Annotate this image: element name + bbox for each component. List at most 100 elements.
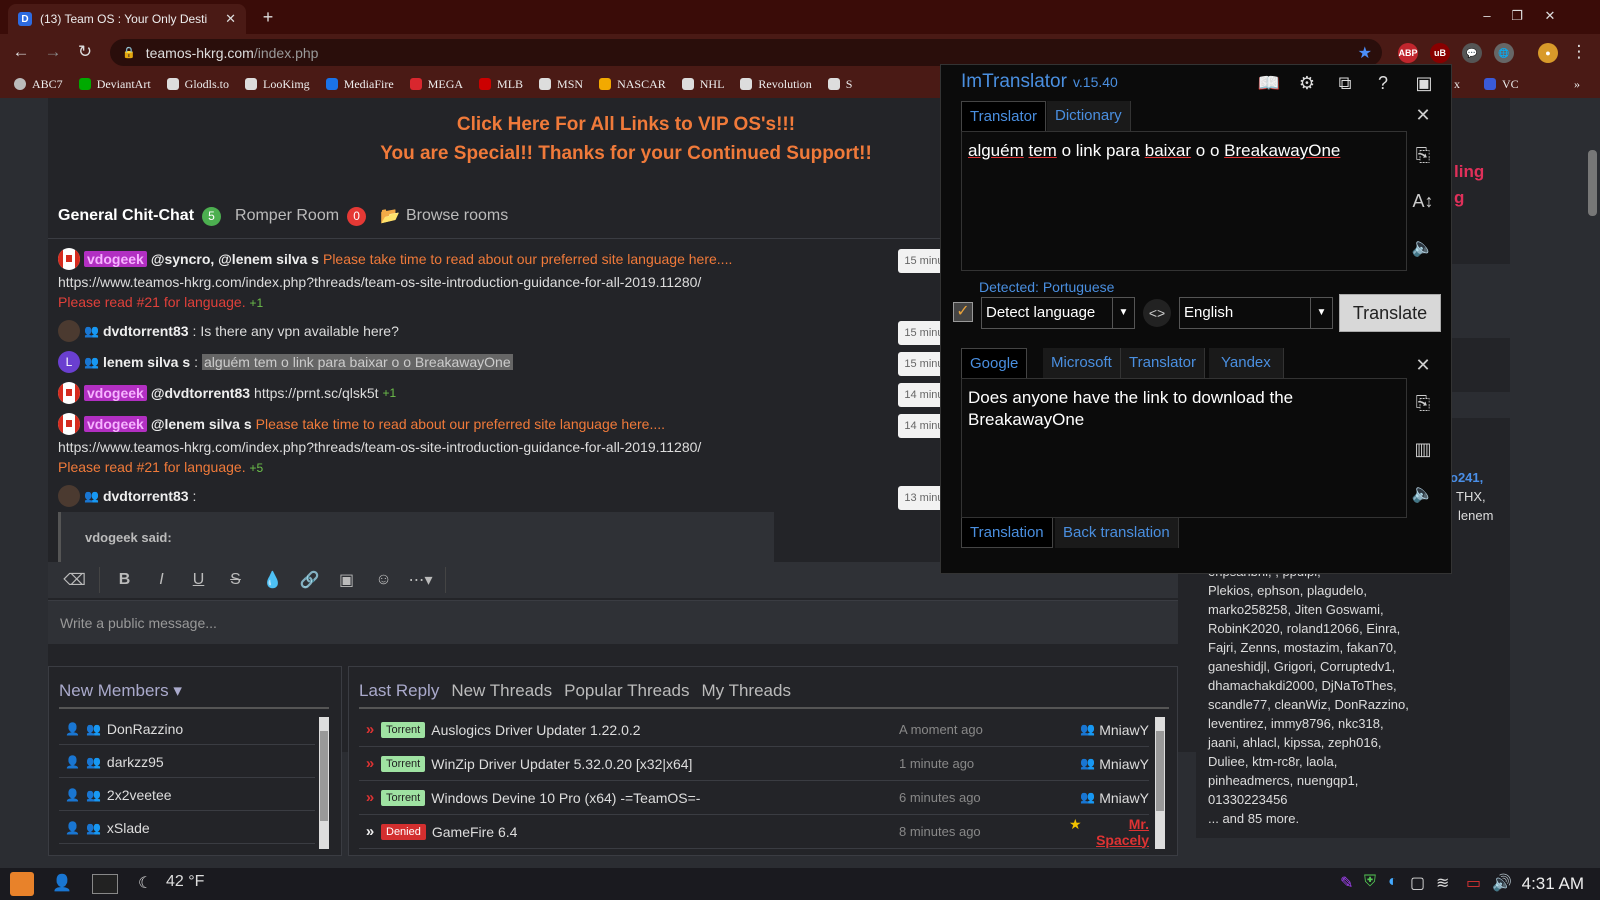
book-icon[interactable]: 📖 [1257, 73, 1281, 95]
thread-author[interactable]: 👥 MniawY [1069, 790, 1149, 806]
browser-tab[interactable]: D (13) Team OS : Your Only Desti ✕ [8, 4, 246, 34]
chat-link[interactable]: https://www.teamos-hkrg.com/index.php?th… [58, 439, 701, 455]
online-users-line[interactable]: Plekios, ephson, plagudelo, [1208, 581, 1367, 600]
online-users-line[interactable]: dhamachakdi2000, DjNaToThes, [1208, 676, 1397, 695]
link-icon[interactable]: 🔗 [293, 565, 326, 595]
online-users-line[interactable]: marko258258, Jiten Goswami, [1208, 600, 1384, 619]
tab-close-icon[interactable]: ✕ [225, 11, 236, 27]
online-users-line[interactable]: Duliee, ktm-rc8r, laola, [1208, 752, 1337, 771]
online-user-fragment[interactable]: lenem [1458, 506, 1493, 525]
speaker-result-icon[interactable]: 🔈 [1407, 483, 1439, 504]
back-icon[interactable]: ← [10, 42, 32, 62]
app-menu-icon[interactable] [10, 872, 34, 896]
forward-icon[interactable]: → [42, 42, 64, 62]
window-icon[interactable]: ▢ [1410, 873, 1425, 893]
online-users-line[interactable]: pinheadmercs, nuengqp1, [1208, 771, 1358, 790]
thread-title[interactable]: WinZip Driver Updater 5.32.0.20 [x32|x64… [431, 756, 899, 772]
tab-my-threads[interactable]: My Threads [702, 681, 791, 701]
ublock-icon[interactable]: uB [1430, 43, 1450, 63]
new-tab-button[interactable]: + [256, 6, 280, 28]
online-users-line[interactable]: jaani, ahlacl, kipssa, zeph016, [1208, 733, 1381, 752]
chat-mentions[interactable]: @dvdtorrent83 [151, 385, 250, 401]
text-color-icon[interactable]: 💧 [256, 565, 289, 595]
thread-row[interactable]: » Torrent Windows Devine 10 Pro (x64) -=… [359, 781, 1149, 815]
source-text[interactable]: alguém tem o link para baixar o o Breaka… [968, 140, 1398, 162]
result-text-area[interactable]: Does anyone have the link to download th… [961, 378, 1407, 518]
more-bookmarks-icon[interactable]: » [1574, 77, 1580, 92]
globe-extension-icon[interactable]: 🌐 [1494, 43, 1514, 63]
thread-row[interactable]: » Torrent Auslogics Driver Updater 1.22.… [359, 713, 1149, 747]
swap-languages-icon[interactable]: <> [1143, 299, 1171, 327]
source-language-select[interactable]: Detect language ▼ [981, 297, 1135, 329]
speaker-icon[interactable]: 🔈 [1407, 237, 1439, 258]
bookmark-star-icon[interactable]: ★ [1358, 43, 1372, 63]
browse-rooms-link[interactable]: Browse rooms [406, 207, 508, 225]
online-user-fragment[interactable]: THX, [1456, 487, 1486, 506]
source-text-area[interactable]: alguém tem o link para baixar o o Breaka… [961, 131, 1407, 271]
tab-back-translation[interactable]: Back translation [1055, 518, 1179, 548]
member-item[interactable]: 👤 👥 2x2veetee [59, 779, 315, 811]
italic-icon[interactable]: I [145, 565, 178, 595]
online-users-line[interactable]: ganeshidjl, Grigori, Corruptedv1, [1208, 657, 1395, 676]
thread-author[interactable]: 👥 MniawY [1069, 756, 1149, 772]
thread-row[interactable]: » Torrent WinZip Driver Updater 5.32.0.2… [359, 747, 1149, 781]
online-users-line[interactable]: leventirez, immy8796, nkc318, [1208, 714, 1384, 733]
screenshot-icon[interactable]: ▣ [1409, 73, 1439, 95]
close-window-button[interactable]: ✕ [1540, 8, 1560, 24]
bookmark-revolution[interactable]: Revolution [740, 77, 812, 92]
maximize-button[interactable]: ❐ [1507, 8, 1527, 24]
font-size-icon[interactable]: A↕ [1407, 191, 1439, 212]
chat-username[interactable]: lenem silva s [103, 354, 190, 370]
wifi-icon[interactable]: ≋ [1436, 873, 1449, 893]
translate-button[interactable]: Translate [1339, 294, 1441, 332]
chat-mentions[interactable]: @syncro, @lenem silva s [151, 251, 319, 267]
tab-yandex[interactable]: Yandex [1209, 348, 1284, 378]
chat-text[interactable]: https://prnt.sc/qlsk5t [254, 385, 379, 401]
edge-icon[interactable]: ◐ [1388, 873, 1398, 891]
strikethrough-icon[interactable]: S [219, 565, 252, 595]
member-item[interactable]: 👤 👥 DonRazzino [59, 713, 315, 745]
eraser-icon[interactable]: ⌫ [58, 565, 91, 595]
minimize-button[interactable]: – [1477, 8, 1497, 23]
new-members-dropdown[interactable]: New Members ▾ [59, 681, 182, 701]
thread-row[interactable]: » Denied GameFire 6.4 8 minutes ago ★ Mr.… [359, 815, 1149, 849]
member-item[interactable]: 👤 👥 darkzz95 [59, 746, 315, 778]
member-item[interactable]: 👤 👥 xSlade [59, 812, 315, 844]
more-options-icon[interactable]: ⋯▾ [404, 565, 437, 595]
thread-title[interactable]: Windows Devine 10 Pro (x64) -=TeamOS=- [431, 790, 899, 806]
bookmark-mediafire[interactable]: MediaFire [325, 77, 394, 92]
thread-title[interactable]: GameFire 6.4 [432, 824, 899, 840]
tab-last-reply[interactable]: Last Reply [359, 681, 439, 701]
online-users-line[interactable]: RobinK2020, roland12066, Einra, [1208, 619, 1400, 638]
tab-microsoft[interactable]: Microsoft [1043, 348, 1121, 378]
online-users-line[interactable]: scandle77, cleanWiz, DonRazzino, [1208, 695, 1409, 714]
bookmark-x[interactable]: x [1454, 77, 1460, 92]
image-icon[interactable]: ▣ [330, 565, 363, 595]
tab-translator-engine[interactable]: Translator [1121, 348, 1205, 378]
clear-source-icon[interactable]: ✕ [1407, 105, 1439, 126]
target-language-select[interactable]: English ▼ [1179, 297, 1333, 329]
pop-out-icon[interactable]: ⧉ [1333, 73, 1357, 95]
bookmark-s[interactable]: S [827, 77, 852, 92]
detect-checkbox[interactable]: ✓ [953, 302, 973, 322]
tab-translation[interactable]: Translation [961, 518, 1053, 548]
members-scrollbar[interactable] [319, 717, 329, 849]
tab-google[interactable]: Google [961, 348, 1028, 378]
close-result-icon[interactable]: ✕ [1407, 355, 1439, 376]
pen-icon[interactable]: ✎ [1340, 873, 1353, 893]
terminal-icon[interactable] [92, 874, 118, 894]
chat-username[interactable]: dvdtorrent83 [103, 488, 189, 504]
thread-author[interactable]: 👥 MniawY [1069, 722, 1149, 738]
online-users-line[interactable]: Fajri, Zenns, mostazim, fakan70, [1208, 638, 1397, 657]
reload-icon[interactable]: ↻ [74, 42, 96, 62]
thread-author[interactable]: ★ Mr. Spacely [1069, 816, 1149, 848]
chat-username[interactable]: vdogeek [84, 251, 147, 267]
bookmark-lookimg[interactable]: LooKimg [245, 77, 310, 92]
bookmark-abc7[interactable]: ABC7 [14, 77, 63, 92]
chat-text[interactable]: Please take time to read about our prefe… [323, 251, 732, 267]
shield-icon[interactable]: ⛨ [1364, 873, 1376, 891]
online-users-line[interactable]: 01330223456 [1208, 790, 1288, 809]
imtranslator-extension-icon[interactable]: 💬 [1462, 43, 1482, 63]
threads-scrollbar[interactable] [1155, 717, 1165, 849]
volume-icon[interactable]: 🔊 [1492, 873, 1512, 893]
